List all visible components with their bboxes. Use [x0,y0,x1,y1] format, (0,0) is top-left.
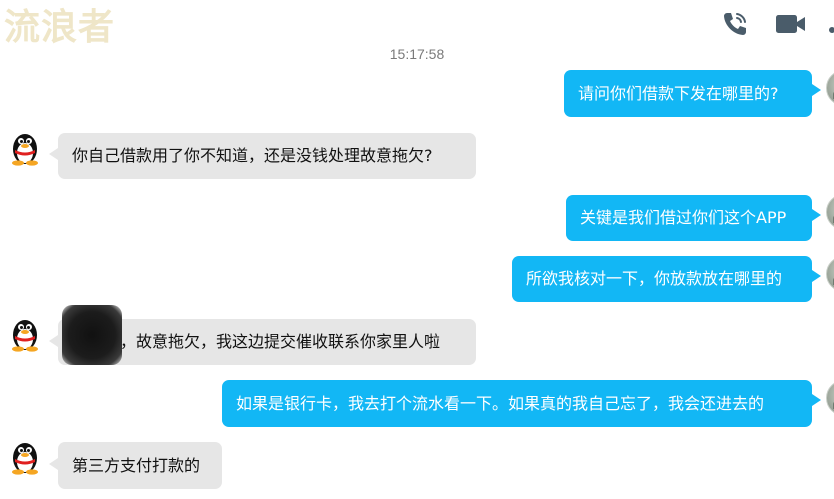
message-bubble[interactable]: 所欲我核对一下，你放款放在哪里的 [512,256,812,302]
more-icon[interactable] [822,8,834,40]
message-bubble[interactable]: 请问你们借款下发在哪里的? [564,70,812,117]
redaction-blur [62,305,122,365]
avatar[interactable] [826,256,834,292]
avatar[interactable] [826,70,834,106]
bubble-tail [49,148,58,160]
avatar[interactable] [826,380,834,416]
message-bubble[interactable]: 关键是我们借过你们这个APP [566,195,812,241]
bubble-tail [812,84,821,96]
message-bubble[interactable]: 如果是银行卡，我去打个流水看一下。如果真的我自己忘了，我会还进去的 [222,380,812,427]
message-bubble[interactable]: 你自己借款用了你不知道，还是没钱处理故意拖欠? [58,133,476,179]
message-bubble[interactable]: 第三方支付打款的 [58,442,222,489]
avatar[interactable] [7,437,43,475]
avatar[interactable] [7,128,43,166]
video-camera-icon[interactable] [774,8,806,40]
bubble-tail [812,209,821,221]
watermark: 流浪者 [4,7,116,48]
bubble-tail [49,335,58,347]
bubble-tail [812,270,821,282]
phone-call-icon[interactable] [719,8,751,40]
avatar[interactable] [7,314,43,352]
message-timestamp: 15:17:58 [389,46,445,62]
bubble-tail [49,458,58,470]
bubble-tail [812,394,821,406]
chat-header: 流浪者 [0,0,834,48]
avatar[interactable] [826,194,834,230]
